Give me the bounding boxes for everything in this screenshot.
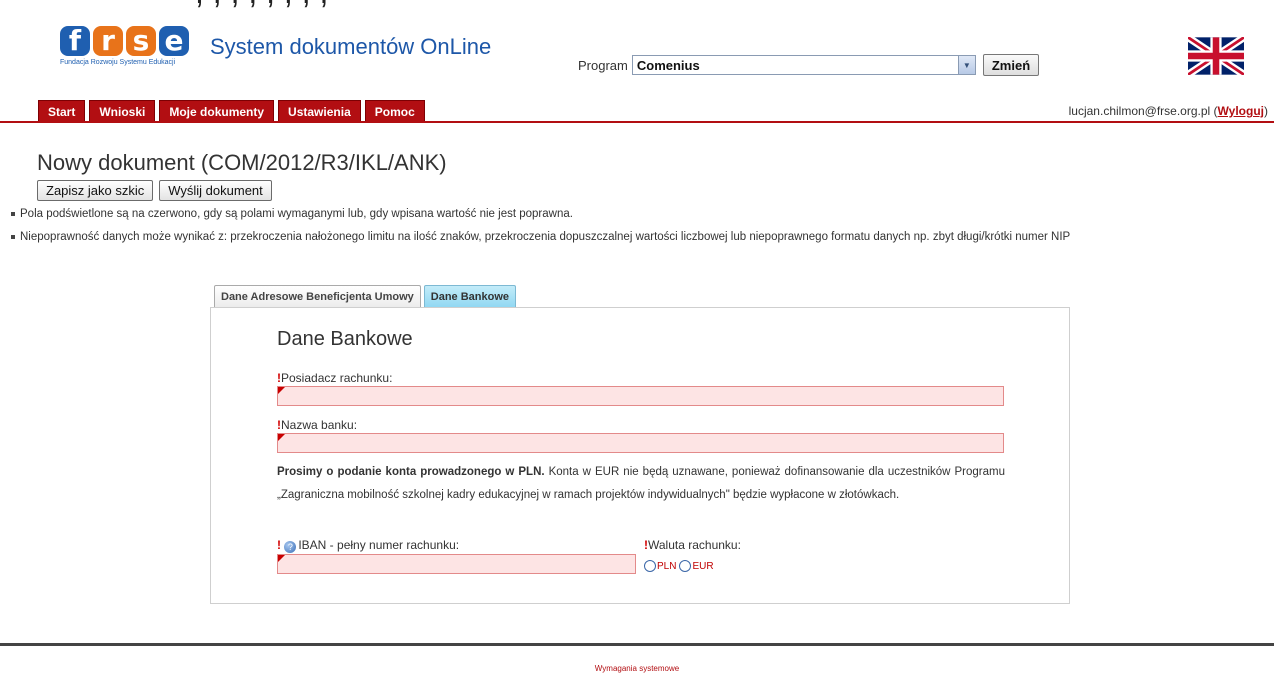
nav-tab-ustawienia[interactable]: Ustawienia — [278, 100, 361, 121]
note-item: Niepoprawność danych może wynikać z: prz… — [8, 229, 1268, 245]
currency-info-bold: Prosimy o podanie konta prowadzonego w P… — [277, 466, 545, 478]
currency-eur-label: EUR — [692, 560, 714, 572]
note-item: Pola podświetlone są na czerwono, gdy są… — [8, 206, 1268, 222]
iban-label: ! ? IBAN - pełny numer rachunku: — [277, 538, 460, 553]
iban-input[interactable] — [277, 554, 636, 574]
currency-label: !Waluta rachunku: — [644, 538, 741, 552]
nav-tab-moje-dokumenty[interactable]: Moje dokumenty — [159, 100, 275, 121]
section-title: Dane Bankowe — [277, 328, 413, 350]
logo-caption: Fundacja Rozwoju Systemu Edukacji — [60, 59, 176, 66]
document-actions: Zapisz jako szkic Wyślij dokument — [37, 180, 272, 201]
currency-info-text: Prosimy o podanie konta prowadzonego w P… — [277, 466, 1006, 501]
currency-pln-radio[interactable] — [644, 560, 656, 572]
logo-mark: f r s e — [60, 26, 200, 56]
page-title: Nowy dokument (COM/2012/R3/IKL/ANK) — [37, 150, 447, 175]
bank-name-input[interactable] — [277, 433, 1004, 453]
bank-data-panel: Dane Bankowe !Posiadacz rachunku: !Nazwa… — [210, 307, 1070, 604]
frse-logo[interactable]: f r s e Fundacja Rozwoju Systemu Edukacj… — [60, 26, 200, 76]
program-selector: Program Comenius ▼ Zmień — [578, 54, 1040, 76]
currency-eur-radio[interactable] — [679, 560, 692, 572]
tab-dane-bankowe[interactable]: Dane Bankowe — [423, 285, 517, 308]
currency-pln-label: PLN — [657, 560, 677, 572]
chevron-down-icon[interactable]: ▼ — [957, 56, 975, 74]
validation-notes: Pola podświetlone są na czerwono, gdy są… — [8, 206, 1268, 252]
nav-tab-pomoc[interactable]: Pomoc — [364, 100, 425, 121]
logout-link[interactable]: Wyloguj — [1218, 104, 1264, 118]
user-info: lucjan.chilmon@frse.org.pl (Wyloguj) — [1068, 104, 1268, 118]
clipped-top-text: , , , , , , , , — [195, 0, 328, 11]
document-tabs: Dane Adresowe Beneficjenta Umowy Dane Ba… — [214, 285, 517, 308]
user-email: lucjan.chilmon@frse.org.pl — [1068, 104, 1211, 118]
currency-radio-group: PLN EUR — [644, 560, 717, 572]
program-label: Program — [578, 57, 628, 73]
nav-tab-start[interactable]: Start — [38, 100, 86, 121]
account-holder-input[interactable] — [277, 386, 1004, 406]
main-nav: Start Wnioski Moje dokumenty Ustawienia … — [38, 100, 425, 121]
program-select[interactable]: Comenius ▼ — [631, 55, 976, 75]
nav-divider — [0, 121, 1274, 123]
uk-flag-icon[interactable] — [1188, 37, 1244, 75]
save-draft-button[interactable]: Zapisz jako szkic — [37, 180, 154, 201]
help-icon[interactable]: ? — [284, 541, 297, 553]
required-marker: ! — [277, 538, 281, 552]
nav-tab-wnioski[interactable]: Wnioski — [89, 100, 156, 121]
tab-dane-adresowe[interactable]: Dane Adresowe Beneficjenta Umowy — [214, 285, 421, 308]
send-document-button[interactable]: Wyślij dokument — [159, 180, 272, 201]
program-selected-value: Comenius — [636, 57, 700, 73]
bank-name-label: !Nazwa banku: — [277, 418, 358, 432]
account-holder-label: !Posiadacz rachunku: — [277, 371, 393, 385]
change-program-button[interactable]: Zmień — [982, 54, 1040, 76]
footer-divider — [0, 643, 1274, 646]
app-title: System dokumentów OnLine — [210, 34, 492, 59]
